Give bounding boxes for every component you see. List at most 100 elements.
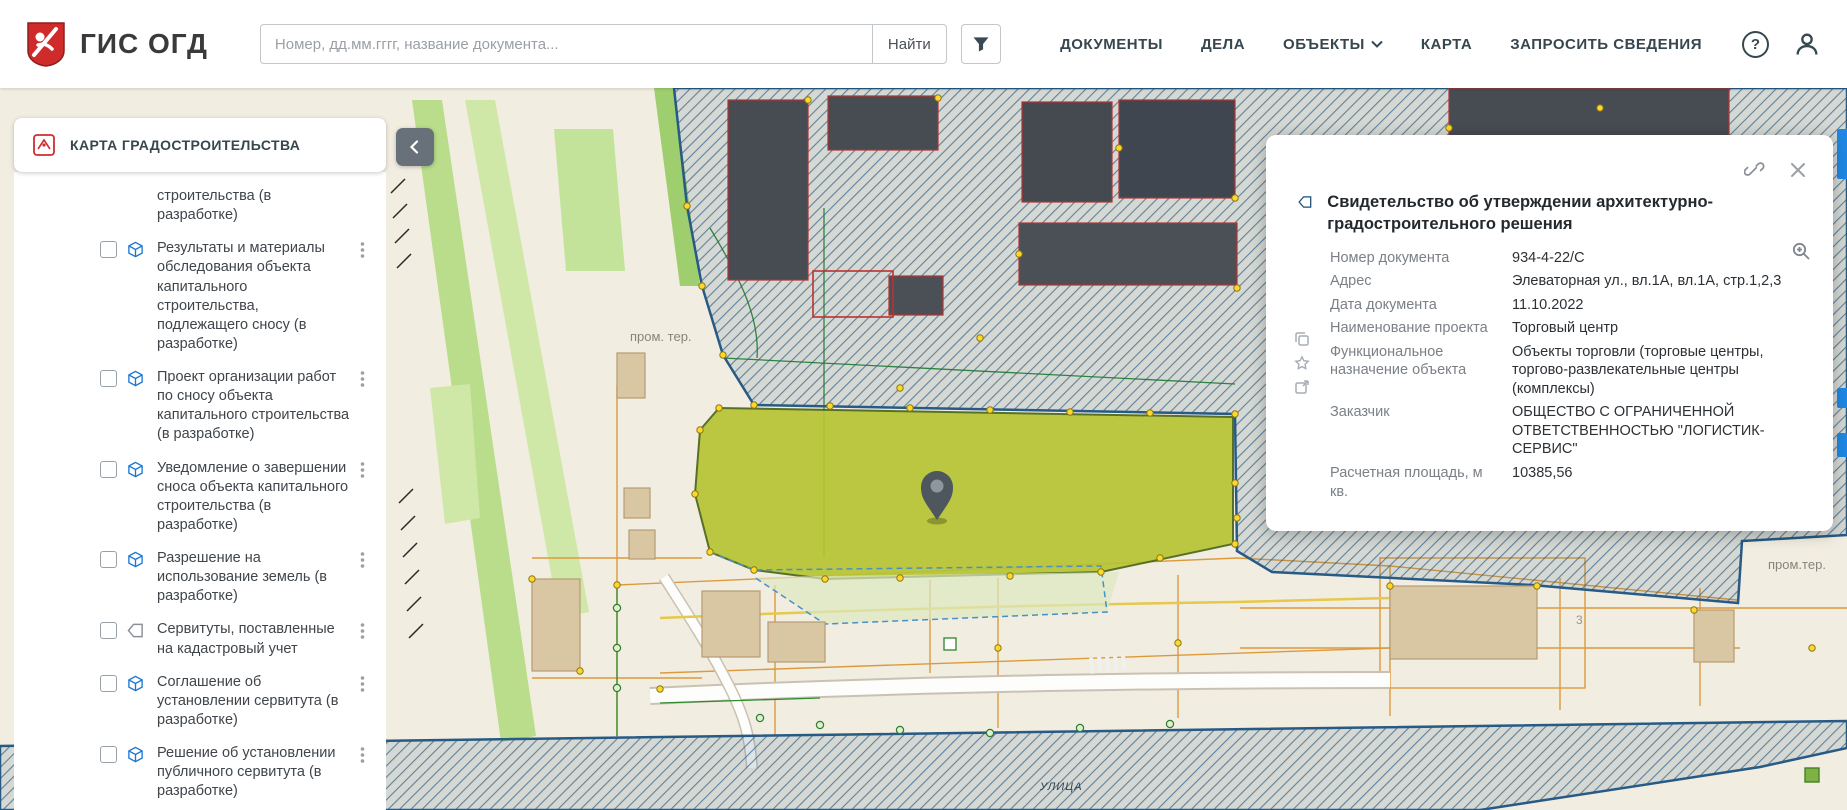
layer-list-item[interactable]: Сервитуты, поставленные на кадастровый у… [14, 613, 386, 665]
funnel-icon [973, 37, 989, 52]
document-fields: Номер документа 934-4-22/С Адрес Элеваторна… [1266, 249, 1833, 502]
layer-label: строительства (в разработке) [157, 188, 272, 224]
cube-icon [128, 241, 143, 258]
map-control-2[interactable] [1837, 433, 1847, 457]
city-map-icon [33, 134, 55, 156]
layer-list-item[interactable]: Уведомление о завершении сноса объекта к… [14, 452, 386, 543]
layer-checkbox[interactable] [100, 551, 117, 568]
field-label: Наименование проекта [1330, 320, 1488, 337]
layer-label: Проект организации работ по сносу объект… [157, 369, 350, 443]
app-title: ГИС ОГД [80, 28, 208, 59]
cube-icon [128, 746, 143, 763]
map-feature-square [943, 637, 957, 651]
nav-request-info[interactable]: ЗАПРОСИТЬ СВЕДЕНИЯ [1510, 36, 1702, 53]
field-value: 11.10.2022 [1512, 296, 1584, 313]
cube-icon [128, 675, 143, 691]
magnifier-plus-icon [1792, 242, 1810, 260]
nav-documents[interactable]: ДОКУМЕНТЫ [1060, 36, 1163, 53]
field-label: Заказчик [1330, 404, 1390, 421]
document-info-card: Свидетельство об утверждении архитектурн… [1266, 135, 1833, 532]
map-area[interactable]: пром. тер. пром.тер. 3 УЛИЦА КАРТА ГРАДО… [0, 88, 1847, 810]
filter-button[interactable] [960, 24, 1001, 64]
kebab-menu-icon [360, 461, 365, 478]
chevron-left-icon [409, 140, 419, 154]
layer-type-icon [127, 461, 147, 478]
chevron-down-icon [1371, 40, 1383, 48]
field-label: Адрес [1330, 273, 1372, 290]
nav-objects-label: ОБЪЕКТЫ [1283, 35, 1365, 53]
moscow-emblem-icon [27, 22, 65, 67]
field-value: Объекты торговли (торговые центры, торго… [1512, 343, 1764, 397]
main-nav: ДОКУМЕНТЫ ДЕЛА ОБЪЕКТЫ КАРТА ЗАПРОСИТЬ С… [1060, 36, 1702, 53]
field-label: Расчетная площадь, м кв. [1330, 465, 1483, 500]
layer-menu-button[interactable] [360, 675, 376, 693]
layer-type-icon [127, 241, 147, 258]
search-input[interactable] [259, 24, 872, 64]
map-scrollbar[interactable] [1837, 129, 1847, 179]
layer-label: Решение об установлении публичного серви… [157, 745, 336, 800]
field-label: Функциональное назначение объекта [1330, 343, 1467, 379]
layer-list-item[interactable]: Решение об установлении публичного серви… [14, 737, 386, 808]
label-prom-ter-2: пром.тер. [1768, 557, 1826, 572]
app-logo[interactable]: ГИС ОГД [26, 21, 208, 67]
nav-cases[interactable]: ДЕЛА [1201, 36, 1245, 53]
kebab-menu-icon [360, 242, 365, 259]
field-value: 10385,56 [1512, 465, 1573, 481]
field-value: Элеваторная ул., вл.1А, вл.1А, стр.1,2,3 [1512, 273, 1782, 290]
map-control-1[interactable] [1837, 388, 1847, 408]
layer-label: Разрешение на использование земель (в ра… [157, 550, 327, 605]
layer-checkbox[interactable] [100, 460, 117, 478]
pentagon-icon [127, 624, 143, 638]
layer-list-item[interactable]: строительства (в разработке) [14, 180, 386, 232]
cube-icon [128, 461, 143, 477]
close-icon[interactable] [1789, 161, 1807, 179]
layers-list: строительства (в разработке) Результаты и… [14, 172, 386, 810]
kebab-menu-icon [360, 371, 365, 387]
card-title-row: Свидетельство об утверждении архитектурн… [1266, 135, 1833, 236]
layer-checkbox[interactable] [100, 746, 117, 763]
export-icon[interactable] [1294, 379, 1310, 395]
layers-panel-title: КАРТА ГРАДОСТРОИТЕЛЬСТВА [70, 137, 301, 153]
layer-checkbox[interactable] [100, 674, 117, 692]
help-icon[interactable]: ? [1742, 30, 1769, 58]
cube-icon [128, 551, 143, 568]
panel-collapse-button[interactable] [396, 128, 434, 166]
user-icon[interactable] [1793, 30, 1821, 58]
kebab-menu-icon [360, 552, 365, 568]
card-rail-icons [1294, 331, 1310, 395]
layer-type-icon [127, 370, 147, 387]
layer-list-item[interactable]: Соглашение об установлении сервитута (в … [14, 666, 386, 737]
kebab-menu-icon [360, 675, 365, 692]
layer-list-item[interactable]: Разрешение на использование земель (в ра… [14, 542, 386, 613]
document-type-pentagon-icon [1298, 196, 1312, 208]
layer-list-item[interactable]: Проект организации работ по сносу объект… [14, 361, 386, 452]
layer-menu-button[interactable] [360, 461, 376, 479]
layer-label: Сервитуты, поставленные на кадастровый у… [157, 621, 335, 657]
layer-menu-button[interactable] [360, 551, 376, 569]
layer-checkbox[interactable] [100, 241, 117, 259]
star-icon[interactable] [1294, 355, 1310, 371]
layer-label: Результаты и материалы обследования объе… [157, 240, 325, 352]
layer-menu-button[interactable] [360, 622, 376, 640]
layer-label: Уведомление о завершении сноса объекта к… [157, 459, 349, 533]
layer-menu-button[interactable] [360, 241, 376, 259]
layer-list-item[interactable]: Результаты и материалы обследования объе… [14, 232, 386, 361]
zoom-to-object-button[interactable] [1791, 241, 1811, 261]
copy-icon[interactable] [1294, 331, 1310, 347]
layer-checkbox[interactable] [100, 370, 117, 387]
layer-menu-button[interactable] [360, 370, 376, 388]
nav-objects[interactable]: ОБЪЕКТЫ [1283, 36, 1383, 53]
layer-type-icon [127, 551, 147, 568]
layer-type-icon [127, 746, 147, 763]
nav-map[interactable]: КАРТА [1421, 36, 1472, 53]
card-actions [1744, 159, 1807, 180]
label-street: УЛИЦА [1039, 781, 1083, 793]
find-button[interactable]: Найти [871, 24, 947, 64]
layer-menu-button[interactable] [360, 746, 376, 764]
copy-link-icon[interactable] [1744, 159, 1765, 180]
layer-checkbox[interactable] [100, 622, 117, 640]
layer-label: Соглашение об установлении сервитута (в … [157, 673, 339, 728]
label-prom-ter-1: пром. тер. [630, 329, 692, 344]
field-label: Номер документа [1330, 249, 1450, 266]
document-title: Свидетельство об утверждении архитектурн… [1327, 193, 1714, 234]
